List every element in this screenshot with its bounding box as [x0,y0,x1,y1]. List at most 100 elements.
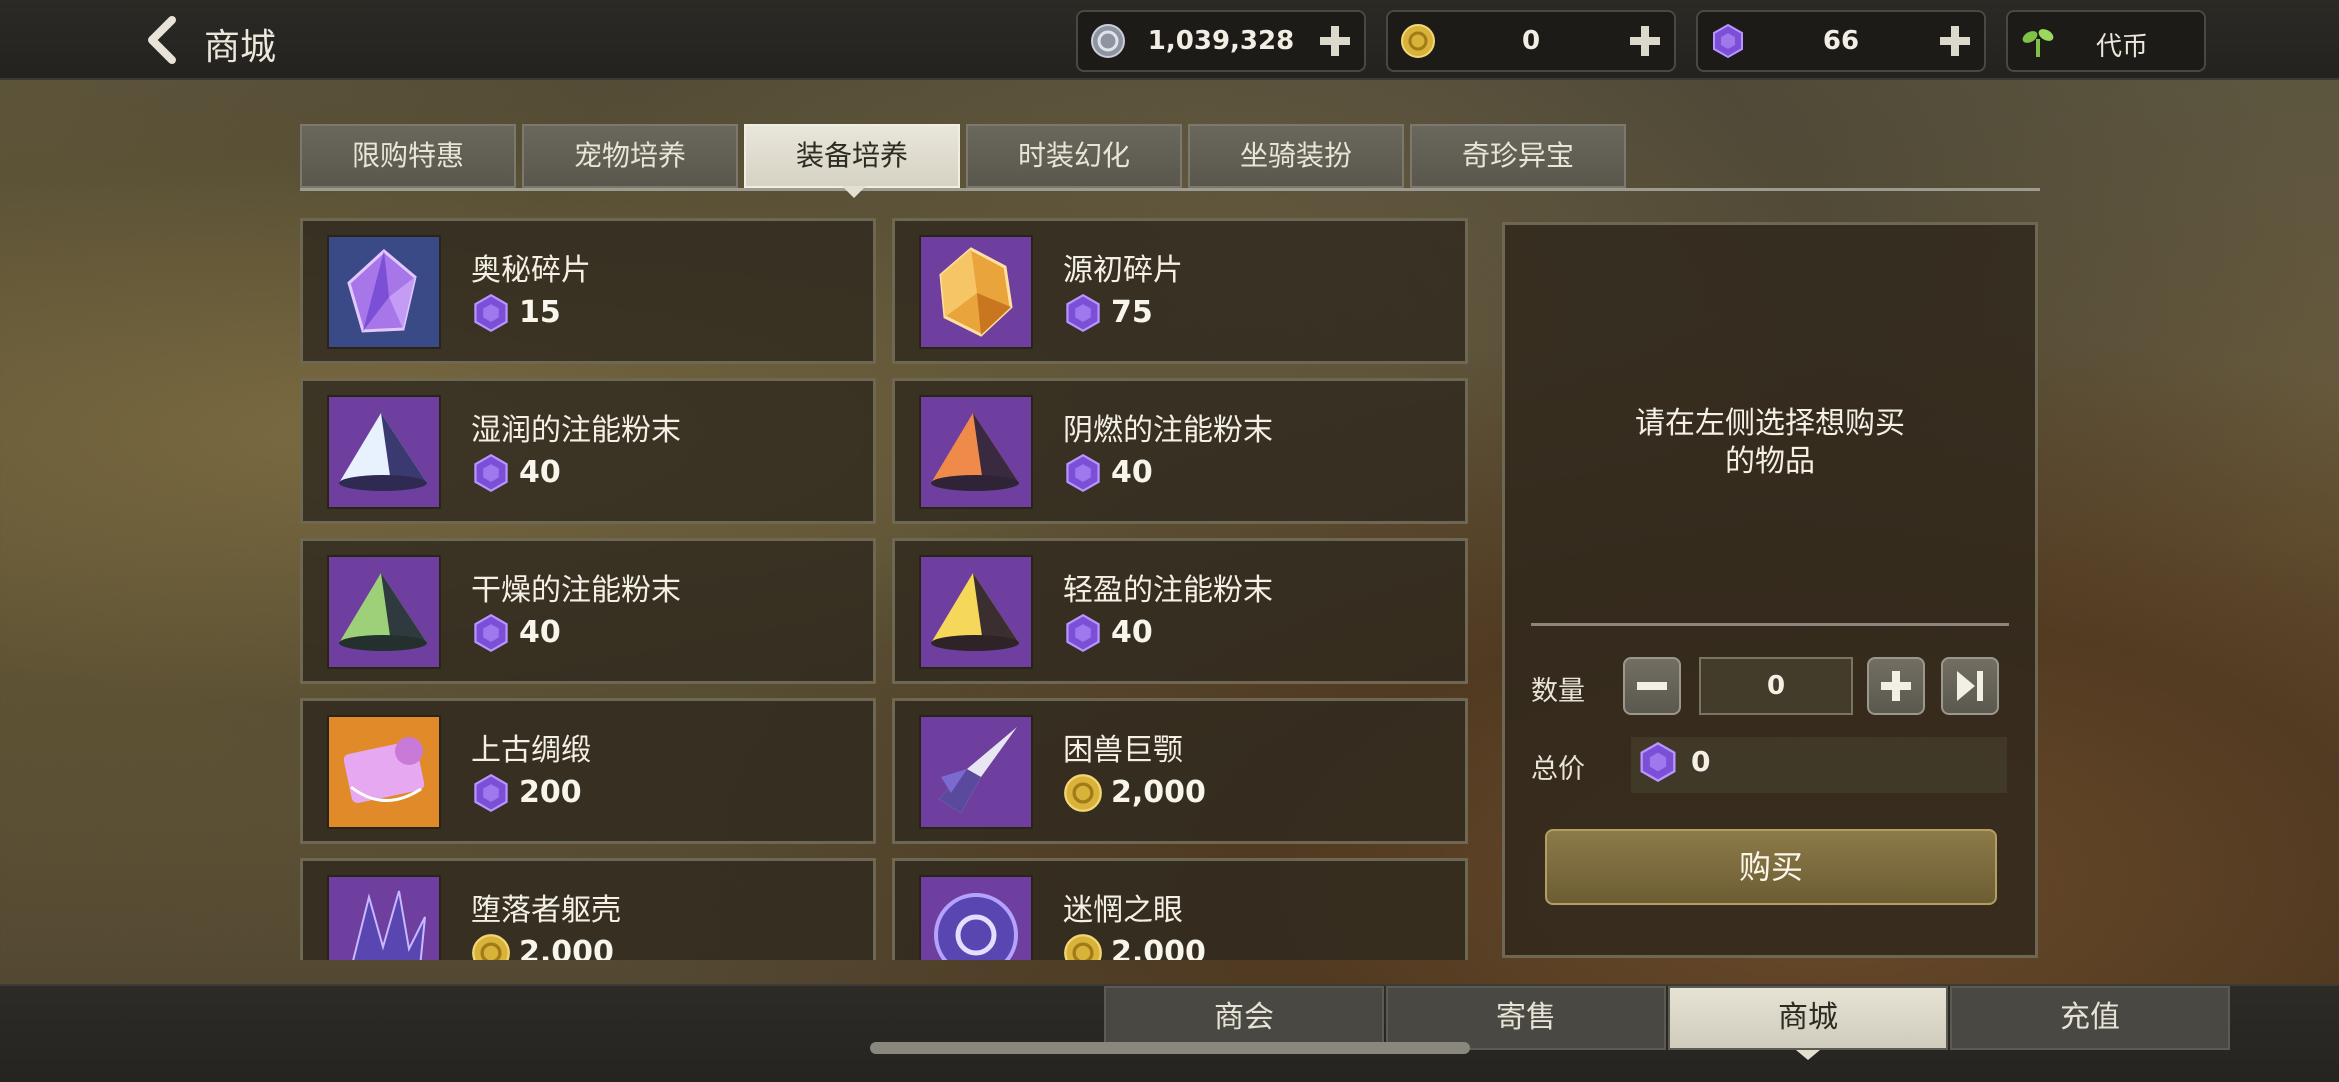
item-name: 迷惘之眼 [1063,893,1183,928]
shop-item[interactable]: 奥秘碎片 15 [300,218,876,364]
item-price: 40 [1111,615,1153,650]
origin-shard-icon [919,235,1033,349]
item-price: 40 [1111,455,1153,490]
bottom-tab-label: 寄售 [1496,1000,1556,1035]
divider [1531,623,2009,626]
item-price: 2,000 [1111,775,1206,810]
page-title: 商城 [204,27,277,68]
bottom-tab-consignment[interactable]: 寄售 [1386,986,1666,1050]
tab-fashion[interactable]: 时装幻化 [966,124,1182,188]
gold-coin-icon [1064,934,1102,960]
currency-gem: 66 [1696,10,1986,72]
moist-powder-icon [327,395,441,509]
tab-equipment-training[interactable]: 装备培养 [744,124,960,188]
max-quantity-button[interactable] [1941,657,1999,715]
tab-label: 奇珍异宝 [1461,139,1574,172]
shop-item[interactable]: 湿润的注能粉末 40 [300,378,876,524]
select-item-prompt: 请在左侧选择想购买 的物品 [1565,405,1975,481]
add-gold-button[interactable] [1626,22,1664,60]
tab-underline [300,188,2040,191]
purple-gem-icon [474,773,508,813]
shop-item[interactable]: 迷惘之眼 2,000 [892,858,1468,960]
chevron-left-icon [148,16,176,64]
silver-amount: 1,039,328 [1147,26,1295,56]
category-tabs: 限购特惠 宠物培养 装备培养 时装幻化 坐骑装扮 奇珍异宝 [300,124,2040,194]
silver-coin-icon [1091,24,1125,58]
purple-gem-icon [474,453,508,493]
item-name: 轻盈的注能粉末 [1063,573,1273,608]
light-powder-icon [919,555,1033,669]
purple-gem-icon [1066,613,1100,653]
bottom-tab-mall[interactable]: 商城 [1668,986,1948,1050]
fallen-husk-icon [327,875,441,960]
shop-item[interactable]: 困兽巨颚 2,000 [892,698,1468,844]
add-gem-button[interactable] [1936,22,1974,60]
item-name: 堕落者躯壳 [471,893,621,928]
active-bottom-tab-pointer [1796,1050,1820,1060]
gold-coin-icon [1064,774,1102,812]
item-name: 困兽巨颚 [1063,733,1183,768]
total-price-label: 总价 [1531,754,1585,785]
minus-icon [1637,682,1667,690]
decrease-quantity-button[interactable] [1623,657,1681,715]
purple-gem-icon [474,293,508,333]
item-name: 上古绸缎 [471,733,591,768]
item-price: 40 [519,455,561,490]
shop-item[interactable]: 堕落者躯壳 2,000 [300,858,876,960]
purple-gem-icon [474,613,508,653]
tab-mount-decor[interactable]: 坐骑装扮 [1188,124,1404,188]
shop-item[interactable]: 上古绸缎 200 [300,698,876,844]
top-bar: 商城 1,039,328 0 66 代币 [0,0,2339,80]
tab-limited-offers[interactable]: 限购特惠 [300,124,516,188]
tab-label: 坐骑装扮 [1239,139,1352,172]
item-name: 源初碎片 [1063,253,1183,288]
buy-button[interactable]: 购买 [1545,829,1997,905]
tab-label: 装备培养 [795,139,908,172]
bottom-tab-label: 商城 [1778,1000,1838,1035]
purple-gem-icon [1066,453,1100,493]
item-name: 奥秘碎片 [471,253,591,288]
shop-item[interactable]: 阴燃的注能粉末 40 [892,378,1468,524]
currency-gold: 0 [1386,10,1676,72]
item-price: 15 [519,295,561,330]
item-grid[interactable]: 奥秘碎片 15 源初碎片 75 湿润的注能粉末 40 阴燃的注能粉末 40 干燥… [300,218,1480,960]
currency-silver: 1,039,328 [1076,10,1366,72]
home-indicator[interactable] [870,1042,1470,1054]
gem-amount: 66 [1822,26,1860,56]
item-price: 40 [519,615,561,650]
beast-jaw-icon [919,715,1033,829]
shop-item[interactable]: 干燥的注能粉末 40 [300,538,876,684]
quantity-input[interactable]: 0 [1699,657,1853,715]
back-button[interactable] [138,14,186,66]
shop-item[interactable]: 轻盈的注能粉末 40 [892,538,1468,684]
arcane-shard-icon [327,235,441,349]
add-silver-button[interactable] [1316,22,1354,60]
quantity-label: 数量 [1531,676,1585,707]
gold-coin-icon [472,934,510,960]
smoldering-powder-icon [919,395,1033,509]
purple-gem-icon [1066,293,1100,333]
prompt-text: 请在左侧选择想购买 的物品 [1635,406,1905,479]
tab-label: 宠物培养 [573,139,686,172]
item-name: 干燥的注能粉末 [471,573,681,608]
total-price-field [1631,737,2007,793]
purchase-panel: 请在左侧选择想购买 的物品 数量 0 总价 0 购买 [1502,222,2038,958]
gold-coin-icon [1401,24,1435,58]
item-price: 2,000 [1111,935,1206,960]
token-label: 代币 [2096,32,2149,62]
total-price-value: 0 [1691,745,1711,778]
bottom-tab-guild-shop[interactable]: 商会 [1104,986,1384,1050]
tab-pet-training[interactable]: 宠物培养 [522,124,738,188]
lost-eye-icon [919,875,1033,960]
sprout-icon [2022,29,2054,57]
shop-item[interactable]: 源初碎片 75 [892,218,1468,364]
plus-icon [1881,671,1911,701]
item-price: 200 [519,775,582,810]
token-button[interactable]: 代币 [2006,10,2206,72]
increase-quantity-button[interactable] [1867,657,1925,715]
bottom-tab-recharge[interactable]: 充值 [1950,986,2230,1050]
item-price: 75 [1111,295,1153,330]
gold-amount: 0 [1521,26,1541,56]
purple-gem-icon [1713,23,1743,59]
tab-treasures[interactable]: 奇珍异宝 [1410,124,1626,188]
